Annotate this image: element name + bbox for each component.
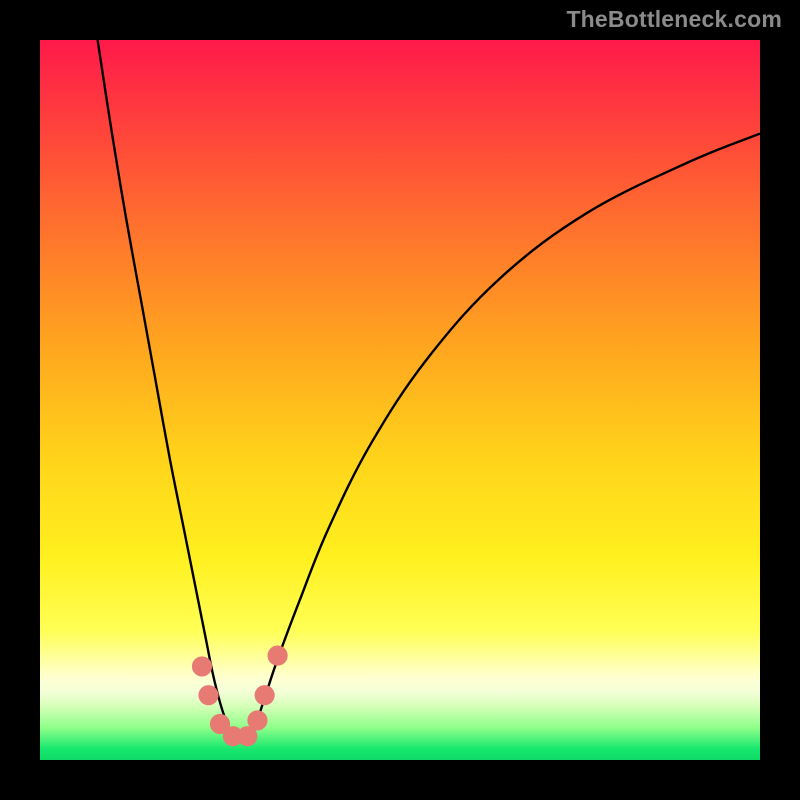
highlight-marker	[192, 656, 212, 676]
highlight-marker	[255, 685, 275, 705]
watermark-label: TheBottleneck.com	[566, 6, 782, 33]
highlight-markers	[192, 646, 288, 747]
highlight-marker	[247, 710, 267, 730]
chart-svg	[40, 40, 760, 760]
plot-area	[40, 40, 760, 760]
chart-frame: TheBottleneck.com	[0, 0, 800, 800]
bottleneck-curve	[98, 40, 760, 742]
highlight-marker	[198, 685, 218, 705]
highlight-marker	[268, 646, 288, 666]
